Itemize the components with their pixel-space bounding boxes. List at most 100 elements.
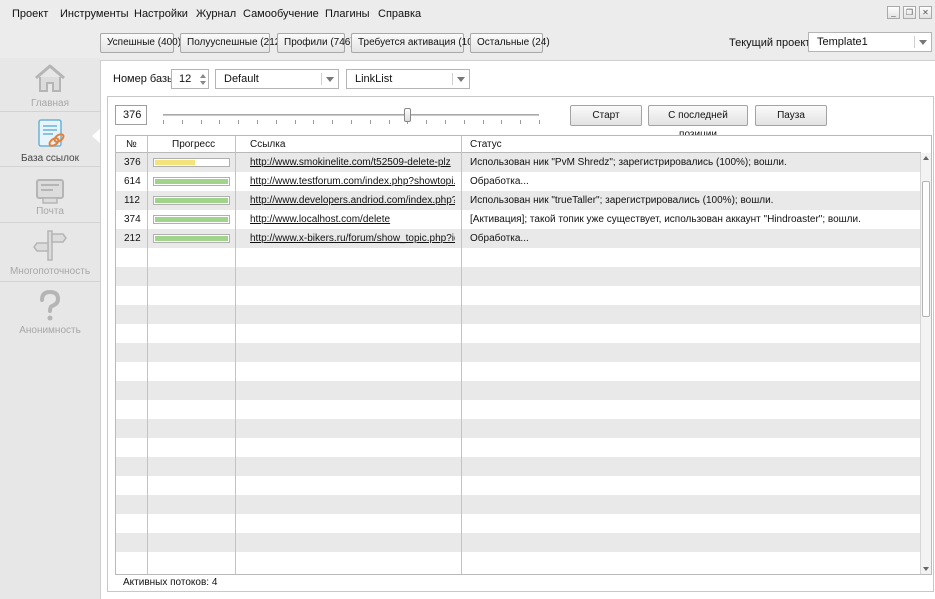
slider-tick	[482, 120, 484, 124]
menu-self-learning[interactable]: Самообучение	[243, 8, 319, 20]
table-row[interactable]: 112 http://www.developers.andriod.com/ind…	[116, 191, 921, 210]
mail-icon	[36, 179, 64, 204]
active-threads-status: Активных потоков: 4	[123, 577, 218, 588]
row-progress-fill	[155, 198, 228, 203]
row-number: 614	[124, 176, 141, 187]
sidebar-item-home[interactable]: Главная	[0, 63, 100, 109]
table-row	[116, 362, 921, 381]
slider-tick	[463, 120, 465, 124]
slider-tick	[238, 120, 240, 124]
row-progress-bar	[153, 196, 230, 205]
slider-tick	[200, 120, 202, 124]
column-header-status[interactable]: Статус	[470, 136, 502, 153]
row-progress-fill	[155, 179, 228, 184]
menu-plugins[interactable]: Плагины	[325, 8, 370, 20]
row-progress-bar	[153, 177, 230, 186]
row-number: 374	[124, 214, 141, 225]
row-link[interactable]: http://www.developers.andriod.com/index.…	[250, 191, 455, 210]
sidebar-item-anonymity[interactable]: Анонимность	[0, 289, 100, 336]
row-link[interactable]: http://www.localhost.com/delete	[250, 210, 455, 229]
resume-from-last-button[interactable]: С последней позиции	[648, 105, 748, 140]
column-header-number[interactable]: №	[126, 136, 137, 153]
row-link[interactable]: http://www.smokinelite.com/t52509-delete…	[250, 153, 455, 172]
table-row[interactable]: 374 http://www.localhost.com/delete [Актив…	[116, 210, 921, 229]
table-row	[116, 286, 921, 305]
slider-tick	[257, 120, 258, 124]
menu-settings[interactable]: Настройки	[134, 8, 188, 20]
sidebar-item-multithreading[interactable]: Многопоточность	[0, 229, 100, 277]
menu-project[interactable]: Проект	[12, 8, 48, 20]
slider-tick	[426, 120, 428, 124]
row-progress-fill	[155, 160, 195, 165]
table-row[interactable]: 212 http://www.x-bikers.ru/forum/show_top…	[116, 229, 921, 248]
table-row	[116, 438, 921, 457]
profile-select[interactable]: Default	[215, 69, 339, 89]
slider-tick	[181, 120, 183, 124]
scroll-up-icon[interactable]	[923, 156, 929, 160]
column-header-link[interactable]: Ссылка	[250, 136, 285, 153]
row-number: 112	[124, 195, 140, 206]
row-number: 212	[124, 233, 141, 244]
sidebar-item-link-database[interactable]: База ссылок	[0, 118, 100, 164]
slider-tick	[369, 120, 371, 124]
position-input[interactable]: 376	[115, 105, 147, 125]
position-slider[interactable]	[163, 114, 539, 116]
menu-help[interactable]: Справка	[378, 8, 421, 20]
vertical-scrollbar[interactable]	[920, 153, 931, 574]
table-header: № Прогресс Ссылка Статус	[116, 136, 921, 153]
stepper-down-icon[interactable]	[200, 81, 206, 85]
current-project-select[interactable]: Template1	[808, 32, 932, 52]
home-icon	[35, 64, 65, 92]
row-link[interactable]: http://www.testforum.com/index.php?showt…	[250, 172, 455, 191]
slider-tick	[501, 120, 503, 124]
table-row	[116, 267, 921, 286]
sidebar-item-label: База ссылок	[20, 153, 79, 164]
row-progress-bar	[153, 215, 230, 224]
table-row	[116, 400, 921, 419]
profile-value: Default	[224, 73, 259, 85]
filter-successful-button[interactable]: Успешные (400)	[100, 33, 181, 53]
stepper-up-icon[interactable]	[200, 74, 206, 78]
filter-activation-button[interactable]: Требуется активация (106)	[351, 33, 482, 53]
table-row	[116, 495, 921, 514]
table-row	[116, 552, 921, 571]
minimize-icon[interactable]: _	[887, 6, 900, 19]
table-row[interactable]: 614 http://www.testforum.com/index.php?sh…	[116, 172, 921, 191]
row-link[interactable]: http://www.x-bikers.ru/forum/show_topic.…	[250, 229, 455, 248]
scrollbar-thumb[interactable]	[922, 181, 930, 317]
table-row	[116, 324, 921, 343]
sidebar-item-label: Анонимность	[19, 325, 81, 336]
slider-tick	[351, 120, 352, 124]
close-icon[interactable]: ✕	[919, 6, 932, 19]
column-header-progress[interactable]: Прогресс	[172, 136, 215, 153]
pause-button[interactable]: Пауза	[755, 105, 827, 126]
filter-other-button[interactable]: Остальные (24)	[470, 33, 550, 53]
base-number-label: Номер базы	[113, 73, 175, 85]
slider-tick	[294, 120, 296, 124]
table-row	[116, 476, 921, 495]
filter-profiles-button[interactable]: Профили (746)	[277, 33, 354, 53]
menu-journal[interactable]: Журнал	[196, 8, 236, 20]
links-table: № Прогресс Ссылка Статус 376 http://www.s…	[115, 135, 932, 575]
row-number: 376	[124, 157, 141, 168]
restore-icon[interactable]: ❐	[903, 6, 916, 19]
chevron-down-icon	[919, 40, 927, 45]
slider-thumb[interactable]	[404, 108, 411, 122]
scroll-down-icon[interactable]	[923, 567, 929, 571]
start-button[interactable]: Старт	[570, 105, 642, 126]
filter-semi-successful-button[interactable]: Полууспешные (212)	[180, 33, 284, 53]
row-status: Обработка...	[470, 176, 529, 187]
signpost-icon	[33, 230, 67, 261]
table-row	[116, 514, 921, 533]
slider-tick	[388, 120, 390, 124]
base-number-value: 12	[179, 73, 192, 85]
sidebar-item-mail[interactable]: Почта	[0, 177, 100, 217]
row-status: Обработка...	[470, 233, 529, 244]
question-icon	[40, 289, 61, 321]
chevron-down-icon	[326, 77, 334, 82]
menu-tools[interactable]: Инструменты	[60, 8, 129, 20]
table-row[interactable]: 376 http://www.smokinelite.com/t52509-del…	[116, 153, 921, 172]
base-number-stepper[interactable]: 12	[171, 69, 209, 89]
row-status: [Активация]; такой топик уже существует,…	[470, 214, 861, 225]
list-select[interactable]: LinkList	[346, 69, 470, 89]
